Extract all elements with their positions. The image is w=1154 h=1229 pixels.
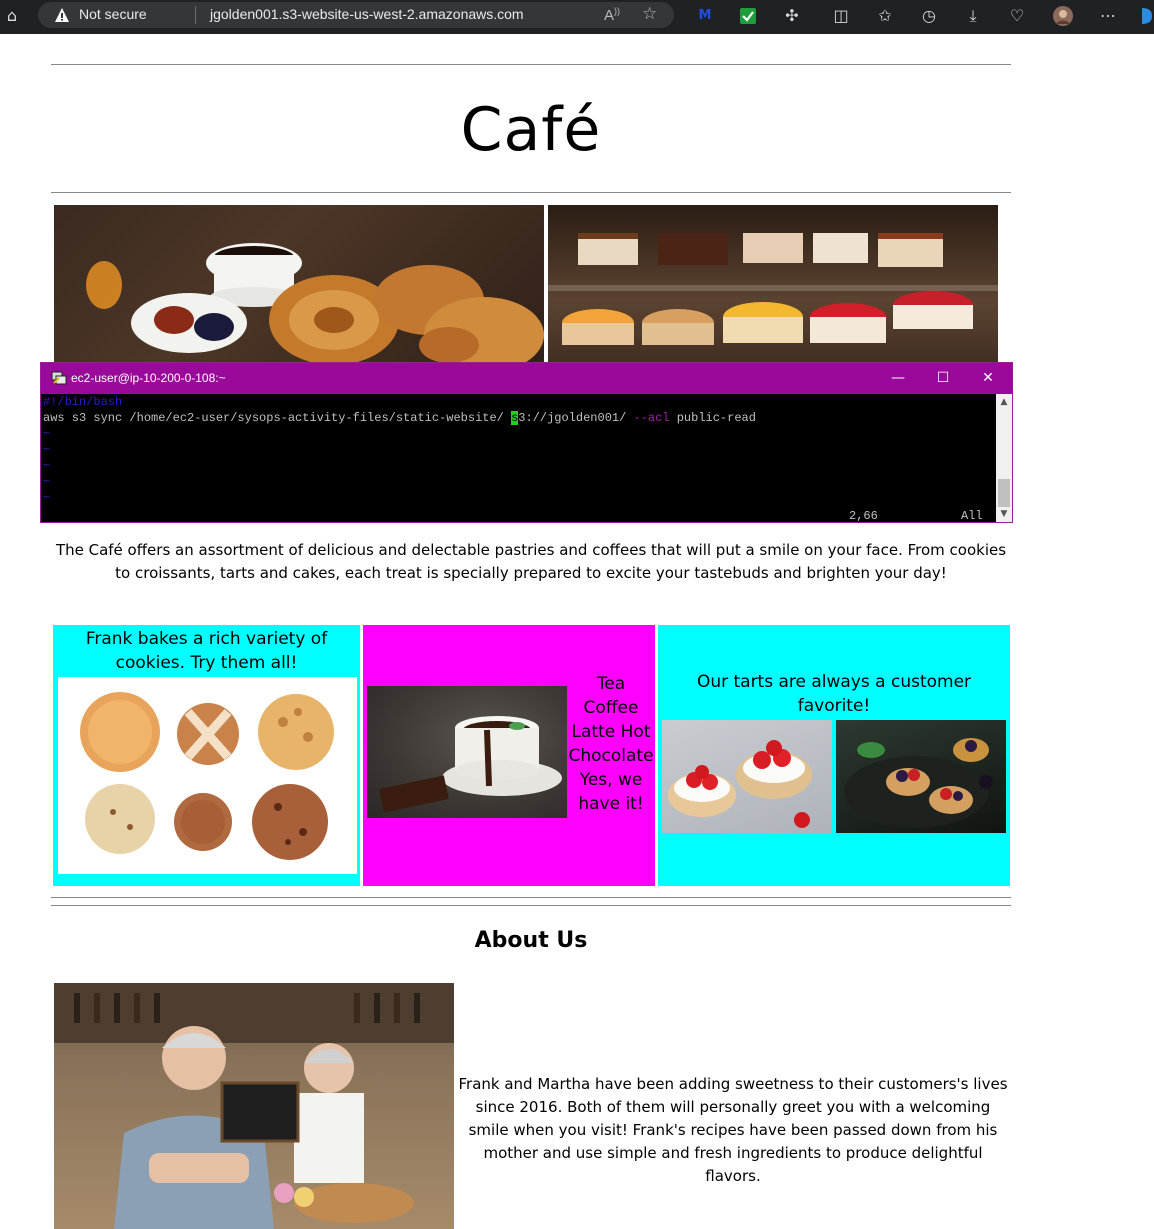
about-divider-1 xyxy=(51,897,1011,898)
browser-toolbar: ⌂ Not secure jgolden001.s3-website-us-we… xyxy=(0,0,1154,34)
cookies-image xyxy=(58,677,357,874)
command-flag: --acl xyxy=(633,411,670,425)
browser-essentials-icon[interactable]: ♡ xyxy=(1006,5,1028,27)
favorite-star-icon[interactable]: ☆ xyxy=(642,4,657,24)
command-part-b: 3://jgolden001/ xyxy=(518,411,634,425)
cookies-cell: Frank bakes a rich variety of cookies. T… xyxy=(53,625,360,886)
copilot-icon[interactable] xyxy=(1138,5,1154,27)
pastries-coffee-image xyxy=(54,205,544,365)
terminal-scrollbar[interactable]: ▲ ▼ xyxy=(996,394,1012,522)
warning-icon[interactable] xyxy=(54,7,70,23)
about-divider-2 xyxy=(51,905,1011,906)
close-button[interactable]: ✕ xyxy=(977,367,999,389)
address-separator xyxy=(195,6,196,24)
extension-m-icon[interactable]: M xyxy=(694,5,716,27)
extension-check-icon[interactable] xyxy=(737,5,759,27)
maximize-button[interactable]: ☐ xyxy=(932,367,954,389)
empty-line-marker: ~ xyxy=(43,427,51,441)
minimize-button[interactable]: — xyxy=(887,367,909,389)
empty-line-marker: ~ xyxy=(43,459,51,473)
downloads-icon[interactable]: ⤓ xyxy=(962,5,984,27)
strawberry-tarts-image xyxy=(662,720,832,833)
home-icon[interactable]: ⌂ xyxy=(2,6,22,26)
read-aloud-icon[interactable]: A)) xyxy=(604,6,620,24)
terminal-titlebar[interactable]: ec2-user@ip-10-200-0-108:~ — ☐ ✕ xyxy=(41,363,1012,394)
shebang-line: #!/bin/bash xyxy=(43,395,123,409)
tarts-caption: Our tarts are always a customer favorite… xyxy=(696,672,972,716)
putty-icon xyxy=(51,371,67,385)
scroll-up-icon[interactable]: ▲ xyxy=(996,394,1012,410)
terminal-window[interactable]: ec2-user@ip-10-200-0-108:~ — ☐ ✕ #!/bin/… xyxy=(40,362,1013,523)
url-text[interactable]: jgolden001.s3-website-us-west-2.amazonaw… xyxy=(210,6,524,22)
command-line: aws s3 sync /home/ec2-user/sysops-activi… xyxy=(43,410,996,426)
drinks-caption: Tea Coffee Latte Hot Chocolate Yes, we h… xyxy=(568,674,654,814)
more-options-icon[interactable]: ⋯ xyxy=(1097,5,1119,27)
title-divider xyxy=(51,192,1011,193)
profile-avatar[interactable] xyxy=(1052,5,1074,27)
command-part-a: aws s3 sync /home/ec2-user/sysops-activi… xyxy=(43,411,512,425)
security-label[interactable]: Not secure xyxy=(79,6,147,22)
favorites-icon[interactable]: ✩ xyxy=(874,5,896,27)
address-bar[interactable]: Not secure jgolden001.s3-website-us-west… xyxy=(38,2,674,28)
berry-tarts-image xyxy=(836,720,1006,833)
file-scope: All xyxy=(961,509,983,523)
page-title: Café xyxy=(460,95,602,165)
tarts-cell: Our tarts are always a customer favorite… xyxy=(658,625,1010,886)
terminal-title: ec2-user@ip-10-200-0-108:~ xyxy=(71,371,226,385)
intro-paragraph: The Café offers an assortment of delicio… xyxy=(55,541,1007,582)
about-paragraph: Frank and Martha have been adding sweetn… xyxy=(458,1075,1008,1185)
cursor-position: 2,66 xyxy=(849,509,878,523)
scroll-thumb[interactable] xyxy=(998,479,1010,507)
terminal-content[interactable]: #!/bin/bash aws s3 sync /home/ec2-user/s… xyxy=(41,394,996,523)
top-divider xyxy=(51,64,1011,65)
cookies-caption: Frank bakes a rich variety of cookies. T… xyxy=(85,629,328,673)
command-part-c: public-read xyxy=(669,411,756,425)
about-heading: About Us xyxy=(474,928,588,953)
split-screen-icon[interactable]: ◫ xyxy=(830,5,852,27)
extensions-puzzle-icon[interactable]: ✣ xyxy=(781,5,803,27)
scroll-down-icon[interactable]: ▼ xyxy=(996,506,1012,522)
drinks-cell: Tea Coffee Latte Hot Chocolate Yes, we h… xyxy=(363,625,655,886)
empty-line-marker: ~ xyxy=(43,475,51,489)
hot-chocolate-image xyxy=(367,686,567,818)
cake-display-image xyxy=(548,205,998,365)
empty-line-marker: ~ xyxy=(43,491,51,505)
empty-line-marker: ~ xyxy=(43,443,51,457)
owners-image xyxy=(54,983,454,1229)
history-icon[interactable]: ◷ xyxy=(918,5,940,27)
